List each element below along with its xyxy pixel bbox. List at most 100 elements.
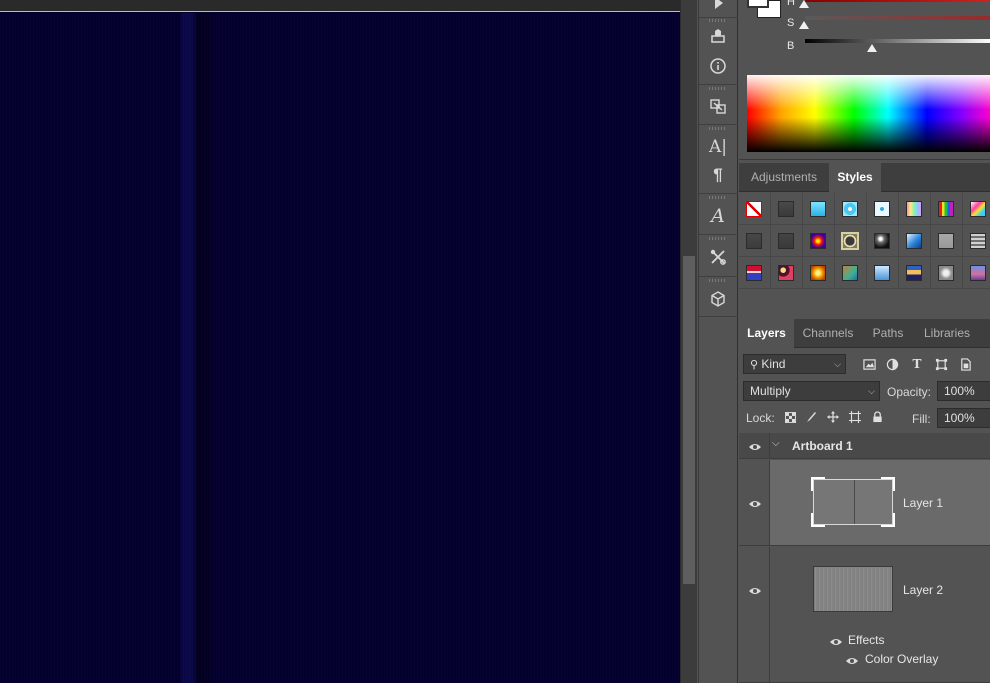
visibility-eye-icon[interactable]	[748, 441, 762, 451]
style-preset-camo-paint[interactable]	[771, 257, 803, 289]
glyphs-icon[interactable]: A	[707, 205, 729, 227]
document-canvas-area[interactable]	[0, 0, 680, 683]
style-preset-fire-sun[interactable]	[803, 225, 835, 257]
blend-mode-value: Multiply	[750, 384, 791, 398]
style-preset-dark-square-2[interactable]	[771, 225, 803, 257]
color-swatches[interactable]	[747, 0, 783, 18]
tab-styles[interactable]: Styles	[829, 163, 881, 192]
lock-all-icon[interactable]	[870, 410, 884, 424]
style-swatch	[874, 201, 890, 217]
brightness-slider-knob[interactable]	[867, 44, 877, 52]
chevron-down-icon[interactable]: ⌵	[772, 438, 780, 449]
style-preset-teal-green[interactable]	[835, 257, 867, 289]
tab-adjustments[interactable]: Adjustments	[739, 163, 829, 192]
hue-slider[interactable]	[805, 0, 990, 2]
tab-channels[interactable]: Channels	[794, 319, 862, 348]
brightness-slider[interactable]	[805, 39, 990, 43]
layer-list: ⌵ Artboard 1 Layer 1 Layer 2 Effects Col…	[739, 433, 990, 683]
chevron-down-icon: ⌵	[834, 359, 841, 369]
chevron-down-icon: ⌵	[868, 386, 875, 396]
style-preset-dark-square[interactable]	[739, 225, 771, 257]
style-preset-sunset[interactable]	[899, 257, 931, 289]
visibility-eye-icon[interactable]	[748, 498, 762, 508]
style-swatch	[874, 233, 890, 249]
adjustment-filter-icon[interactable]	[884, 356, 900, 372]
style-preset-light-gray[interactable]	[931, 225, 963, 257]
style-swatch	[810, 233, 826, 249]
shape-filter-icon[interactable]	[933, 356, 949, 372]
style-preset-striped-gray[interactable]	[963, 225, 990, 257]
hue-slider-knob[interactable]	[799, 0, 809, 8]
3d-print-icon[interactable]	[707, 25, 729, 47]
style-swatch	[810, 265, 826, 281]
saturation-slider[interactable]	[805, 16, 990, 20]
document-canvas[interactable]	[0, 13, 680, 683]
pixel-filter-icon[interactable]	[861, 356, 877, 372]
layers-panel: ⚲ Kind ⌵ T Multiply ⌵ Opacity: 100% Lock…	[739, 349, 990, 683]
layer-row-layer-1[interactable]: Layer 1	[739, 460, 990, 546]
style-preset-light-cyan-frame[interactable]	[867, 193, 899, 225]
style-preset-blue-glass[interactable]	[899, 225, 931, 257]
opacity-input[interactable]: 100%	[937, 381, 990, 401]
style-preset-none[interactable]	[739, 193, 771, 225]
style-preset-dark-gray[interactable]	[771, 193, 803, 225]
fill-input[interactable]: 100%	[937, 408, 990, 428]
color-overlay-label[interactable]: Color Overlay	[865, 652, 938, 666]
tab-libraries[interactable]: Libraries	[914, 319, 980, 348]
info-icon[interactable]	[707, 55, 729, 77]
style-preset-rainbow-stripes[interactable]	[931, 193, 963, 225]
effects-label[interactable]: Effects	[848, 633, 884, 647]
tab-layers[interactable]: Layers	[739, 319, 794, 348]
style-swatch	[970, 201, 986, 217]
scrollbar-thumb[interactable]	[683, 256, 695, 584]
style-preset-pastel-rainbow[interactable]	[899, 193, 931, 225]
foreground-color-swatch[interactable]	[747, 0, 769, 8]
lock-position-icon[interactable]	[826, 410, 840, 424]
style-swatch	[841, 232, 859, 250]
layer-2-thumbnail	[813, 566, 893, 612]
style-swatch	[746, 233, 762, 249]
style-preset-red-blue-stripes[interactable]	[739, 257, 771, 289]
blend-mode-select[interactable]: Multiply ⌵	[743, 381, 880, 401]
clone-source-icon[interactable]	[707, 95, 729, 117]
style-swatch	[746, 201, 762, 217]
color-overlay-visibility-eye-icon[interactable]	[845, 655, 859, 665]
lock-image-pixels-icon[interactable]	[804, 410, 818, 424]
smart-object-filter-icon[interactable]	[957, 356, 973, 372]
style-swatch	[842, 201, 858, 217]
style-preset-prism[interactable]	[963, 193, 990, 225]
tab-paths[interactable]: Paths	[862, 319, 914, 348]
opacity-value: 100%	[944, 384, 975, 398]
layer-row-layer-2[interactable]: Layer 2 Effects Color Overlay	[739, 547, 990, 683]
layer-1-thumbnail	[811, 477, 895, 527]
character-icon[interactable]: A|	[707, 136, 729, 158]
brightness-label: B	[787, 40, 795, 52]
play-icon[interactable]	[707, 0, 729, 14]
style-preset-cyan[interactable]	[803, 193, 835, 225]
style-swatch	[938, 233, 954, 249]
right-panel-dock: H S B Adjustments Styles Layers Channels…	[739, 0, 990, 683]
layer-1-name: Layer 1	[903, 496, 944, 510]
style-preset-gold-bevel[interactable]	[835, 225, 867, 257]
visibility-eye-icon[interactable]	[748, 585, 762, 595]
style-preset-gray-texture[interactable]	[931, 257, 963, 289]
saturation-slider-knob[interactable]	[799, 21, 809, 29]
type-filter-icon[interactable]: T	[909, 356, 925, 372]
style-swatch	[938, 265, 954, 281]
collapsed-panels-strip: A| ¶ A	[698, 0, 738, 683]
style-preset-cyan-frame[interactable]	[835, 193, 867, 225]
color-spectrum-ramp[interactable]	[747, 75, 990, 152]
style-preset-sky-blue[interactable]	[867, 257, 899, 289]
style-preset-purple-fade[interactable]	[963, 257, 990, 289]
paragraph-icon[interactable]: ¶	[707, 164, 729, 186]
style-preset-chrome-ball[interactable]	[867, 225, 899, 257]
style-preset-gold-burst[interactable]	[803, 257, 835, 289]
lock-transparent-pixels-icon[interactable]	[783, 410, 797, 424]
vertical-scrollbar[interactable]	[680, 0, 697, 683]
3d-icon[interactable]	[707, 288, 729, 310]
effects-visibility-eye-icon[interactable]	[829, 636, 843, 646]
lock-artboard-icon[interactable]	[848, 410, 862, 424]
filter-kind-select[interactable]: ⚲ Kind ⌵	[743, 354, 846, 374]
tool-presets-icon[interactable]	[707, 246, 729, 268]
artboard-row[interactable]: ⌵ Artboard 1	[739, 433, 990, 459]
